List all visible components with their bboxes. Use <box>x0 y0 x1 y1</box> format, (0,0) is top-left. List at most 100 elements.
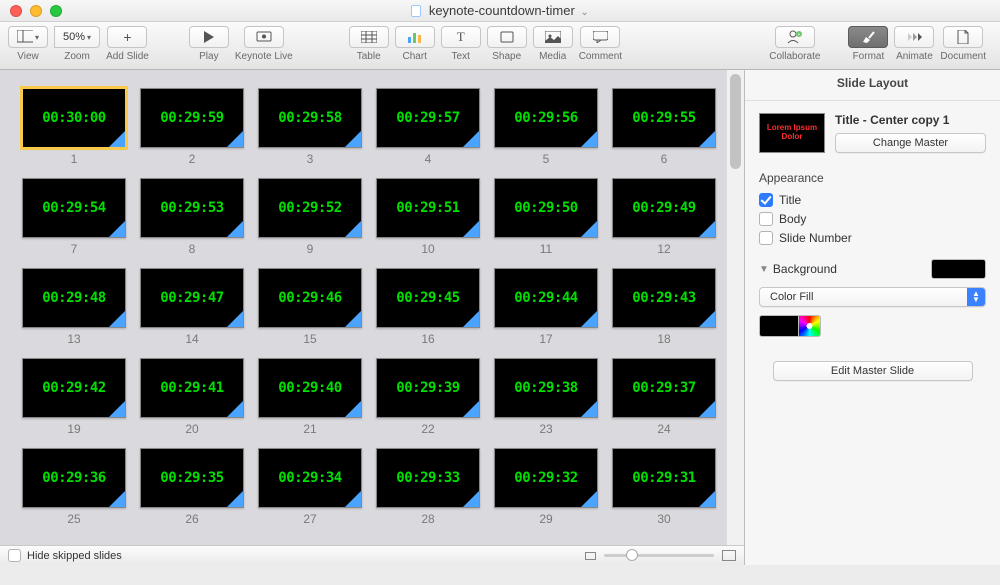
slide-thumbnail[interactable]: 00:29:32 <box>494 448 598 508</box>
slide-thumbnail[interactable]: 00:29:37 <box>612 358 716 418</box>
chart-button[interactable] <box>395 26 435 48</box>
slide-cell[interactable]: 00:29:4516 <box>376 268 480 346</box>
background-swatch[interactable] <box>931 259 986 279</box>
slide-thumbnail[interactable]: 00:29:38 <box>494 358 598 418</box>
slide-cell[interactable]: 00:29:3724 <box>612 358 716 436</box>
slide-thumbnail[interactable]: 00:29:43 <box>612 268 716 328</box>
slide-number: 13 <box>67 332 80 346</box>
slide-thumbnail[interactable]: 00:29:46 <box>258 268 362 328</box>
add-slide-button[interactable]: + <box>107 26 147 48</box>
slide-thumbnail[interactable]: 00:29:51 <box>376 178 480 238</box>
background-color-swatch[interactable] <box>759 315 799 337</box>
play-button[interactable] <box>189 26 229 48</box>
slide-cell[interactable]: 00:29:3823 <box>494 358 598 436</box>
slide-cell[interactable]: 00:29:4417 <box>494 268 598 346</box>
comment-button[interactable] <box>580 26 620 48</box>
document-button[interactable] <box>943 26 983 48</box>
slide-thumbnail[interactable]: 00:29:52 <box>258 178 362 238</box>
slide-cell[interactable]: 00:29:583 <box>258 88 362 166</box>
slide-thumbnail[interactable]: 00:29:36 <box>22 448 126 508</box>
slide-thumbnail[interactable]: 00:29:31 <box>612 448 716 508</box>
shape-button[interactable] <box>487 26 527 48</box>
color-picker-button[interactable] <box>799 315 821 337</box>
slide-number-checkbox[interactable] <box>759 231 773 245</box>
zoom-in-icon[interactable] <box>722 550 736 561</box>
slide-cell[interactable]: 00:29:3328 <box>376 448 480 526</box>
document-title[interactable]: keynote-countdown-timer ⌄ <box>0 3 1000 18</box>
slide-cell[interactable]: 00:29:4021 <box>258 358 362 436</box>
slide-thumbnail[interactable]: 00:29:34 <box>258 448 362 508</box>
slide-thumbnail[interactable]: 00:29:53 <box>140 178 244 238</box>
slide-cell[interactable]: 00:29:3526 <box>140 448 244 526</box>
slide-thumbnail[interactable]: 00:29:44 <box>494 268 598 328</box>
slide-cell[interactable]: 00:30:001 <box>22 88 126 166</box>
vertical-scrollbar[interactable] <box>726 70 744 545</box>
slide-cell[interactable]: 00:29:547 <box>22 178 126 256</box>
view-button[interactable]: ▾ <box>8 26 48 48</box>
body-checkbox[interactable] <box>759 212 773 226</box>
window-minimize-button[interactable] <box>30 5 42 17</box>
slide-cell[interactable]: 00:29:48 13 <box>22 268 126 346</box>
slide-cell[interactable]: 00:29:3427 <box>258 448 362 526</box>
slide-thumbnail[interactable]: 00:29:39 <box>376 358 480 418</box>
slide-thumbnail[interactable]: 00:29:56 <box>494 88 598 148</box>
slide-thumbnail[interactable]: 00:29:50 <box>494 178 598 238</box>
title-checkbox[interactable] <box>759 193 773 207</box>
slide-thumbnail[interactable]: 00:29:59 <box>140 88 244 148</box>
slide-cell[interactable]: 00:29:574 <box>376 88 480 166</box>
slide-cell[interactable]: 00:29:3922 <box>376 358 480 436</box>
slide-thumbnail[interactable]: 00:29:54 <box>22 178 126 238</box>
format-button[interactable] <box>848 26 888 48</box>
slide-cell[interactable]: 00:29:5011 <box>494 178 598 256</box>
background-fill-select[interactable]: Color Fill ▲▼ <box>759 287 986 307</box>
slide-cell[interactable]: 00:29:5110 <box>376 178 480 256</box>
slide-thumbnail[interactable]: 00:30:00 <box>22 88 126 148</box>
text-button[interactable]: T <box>441 26 481 48</box>
slide-thumbnail[interactable]: 00:29:33 <box>376 448 480 508</box>
slide-cell[interactable]: 00:29:3130 <box>612 448 716 526</box>
hide-skipped-checkbox[interactable] <box>8 549 21 562</box>
slide-cell[interactable]: 00:29:565 <box>494 88 598 166</box>
window-close-button[interactable] <box>10 5 22 17</box>
master-thumbnail[interactable]: Lorem Ipsum Dolor <box>759 113 825 153</box>
zoom-slider-knob[interactable] <box>626 549 638 561</box>
slide-thumbnail[interactable]: 00:29:47 <box>140 268 244 328</box>
media-button[interactable] <box>533 26 573 48</box>
slide-cell[interactable]: 00:29:592 <box>140 88 244 166</box>
zoom-slider[interactable] <box>604 554 714 557</box>
slide-thumbnail[interactable]: 00:29:58 <box>258 88 362 148</box>
slide-thumbnail[interactable]: 00:29:41 <box>140 358 244 418</box>
edit-master-slide-button[interactable]: Edit Master Slide <box>773 361 973 381</box>
slide-cell[interactable]: 00:29:3229 <box>494 448 598 526</box>
window-zoom-button[interactable] <box>50 5 62 17</box>
slide-thumbnail[interactable]: 00:29:48 <box>22 268 126 328</box>
slide-thumbnail[interactable]: 00:29:45 <box>376 268 480 328</box>
scrollbar-thumb[interactable] <box>730 74 741 169</box>
disclosure-triangle-icon[interactable]: ▼ <box>759 264 769 275</box>
collaborate-button[interactable]: + <box>775 26 815 48</box>
slide-cell[interactable]: 00:29:4318 <box>612 268 716 346</box>
slide-thumbnail[interactable]: 00:29:57 <box>376 88 480 148</box>
keynote-live-button[interactable] <box>244 26 284 48</box>
animate-button[interactable] <box>894 26 934 48</box>
slide-thumbnail[interactable]: 00:29:40 <box>258 358 362 418</box>
slide-thumbnail[interactable]: 00:29:42 <box>22 358 126 418</box>
change-master-button[interactable]: Change Master <box>835 133 986 153</box>
slide-cell[interactable]: 00:29:4912 <box>612 178 716 256</box>
slide-cell[interactable]: 00:29:4120 <box>140 358 244 436</box>
zoom-out-icon[interactable] <box>585 552 596 560</box>
slide-cell[interactable]: 00:29:4615 <box>258 268 362 346</box>
slide-cell[interactable]: 00:29:529 <box>258 178 362 256</box>
slide-cell[interactable]: 00:29:4714 <box>140 268 244 346</box>
slide-cell[interactable]: 00:29:3625 <box>22 448 126 526</box>
table-button[interactable] <box>349 26 389 48</box>
light-table-view[interactable]: 00:30:00100:29:59200:29:58300:29:57400:2… <box>0 70 726 545</box>
zoom-control[interactable]: 50%▾ <box>54 26 100 48</box>
zoom-value[interactable]: 50%▾ <box>54 26 100 48</box>
slide-thumbnail[interactable]: 00:29:55 <box>612 88 716 148</box>
slide-cell[interactable]: 00:29:556 <box>612 88 716 166</box>
slide-thumbnail[interactable]: 00:29:49 <box>612 178 716 238</box>
slide-cell[interactable]: 00:29:538 <box>140 178 244 256</box>
slide-cell[interactable]: 00:29:4219 <box>22 358 126 436</box>
slide-thumbnail[interactable]: 00:29:35 <box>140 448 244 508</box>
